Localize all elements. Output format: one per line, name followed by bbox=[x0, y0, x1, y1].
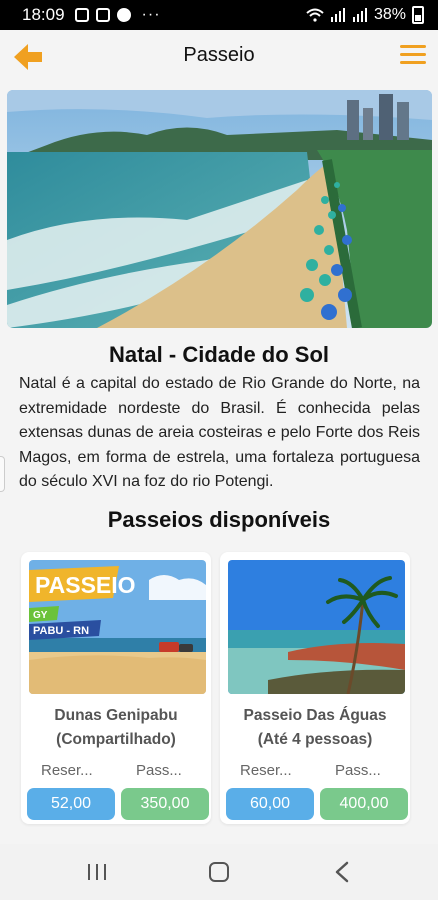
wifi-icon bbox=[306, 8, 324, 22]
status-time: 18:09 bbox=[22, 5, 65, 24]
city-description: Natal é a capital do estado de Rio Grand… bbox=[19, 375, 420, 490]
city-hero-image bbox=[7, 90, 432, 328]
recent-apps-icon[interactable] bbox=[88, 864, 106, 880]
signal-icon bbox=[330, 8, 345, 22]
tour-card-dunas-genipabu[interactable]: PASSEIO GY PABU - RN Dunas Genipabu (Com… bbox=[21, 552, 211, 824]
battery-percent: 38% bbox=[373, 6, 406, 23]
notification-icons: ··· bbox=[74, 6, 161, 24]
reserve-label: Reser... bbox=[240, 762, 292, 779]
back-icon[interactable] bbox=[334, 861, 350, 883]
status-right: 38% bbox=[306, 6, 424, 24]
reserve-label: Reser... bbox=[41, 762, 93, 779]
status-bar: 18:09 ··· 38% bbox=[0, 0, 438, 30]
price-label: Pass... bbox=[136, 762, 182, 779]
more-notifications-icon: ··· bbox=[141, 6, 161, 23]
tour-title-line1: Passeio Das Águas bbox=[243, 707, 387, 724]
instagram-icon bbox=[95, 8, 110, 22]
tour-image-tag-text: GY bbox=[33, 610, 48, 621]
battery-icon bbox=[412, 6, 424, 24]
tour-image-aguas bbox=[228, 560, 405, 694]
reserve-price-button[interactable]: 52,00 bbox=[27, 788, 115, 820]
soccer-ball-icon bbox=[116, 8, 131, 22]
hamburger-menu-icon[interactable] bbox=[400, 45, 426, 67]
tour-title-line1: Dunas Genipabu bbox=[54, 707, 178, 724]
page-title: Passeio bbox=[183, 44, 255, 66]
signal-icon-2 bbox=[352, 8, 367, 22]
system-nav-bar bbox=[0, 844, 438, 900]
side-drawer-handle[interactable] bbox=[0, 456, 5, 492]
tour-price-button[interactable]: 400,00 bbox=[320, 788, 408, 820]
gallery-icon bbox=[74, 8, 89, 22]
price-label: Pass... bbox=[335, 762, 381, 779]
tour-card-passeio-aguas[interactable]: Passeio Das Águas (Até 4 pessoas) Reser.… bbox=[220, 552, 410, 824]
home-icon[interactable] bbox=[209, 862, 229, 882]
app-header: Passeio bbox=[0, 30, 438, 84]
tour-title-line2: (Compartilhado) bbox=[56, 731, 176, 748]
tour-title: Dunas Genipabu (Compartilhado) bbox=[21, 704, 211, 752]
available-tours-title: Passeios disponíveis bbox=[107, 507, 331, 532]
city-title: Natal - Cidade do Sol bbox=[108, 342, 330, 367]
tour-title: Passeio Das Águas (Até 4 pessoas) bbox=[220, 704, 410, 752]
tour-image-banner-text: PASSEIO bbox=[35, 572, 136, 598]
reserve-price-button[interactable]: 60,00 bbox=[226, 788, 314, 820]
tour-image-dunas: PASSEIO GY PABU - RN bbox=[29, 560, 206, 694]
tour-image-place-text: PABU - RN bbox=[33, 625, 89, 637]
tour-price-button[interactable]: 350,00 bbox=[121, 788, 209, 820]
tour-title-line2: (Até 4 pessoas) bbox=[257, 731, 373, 748]
